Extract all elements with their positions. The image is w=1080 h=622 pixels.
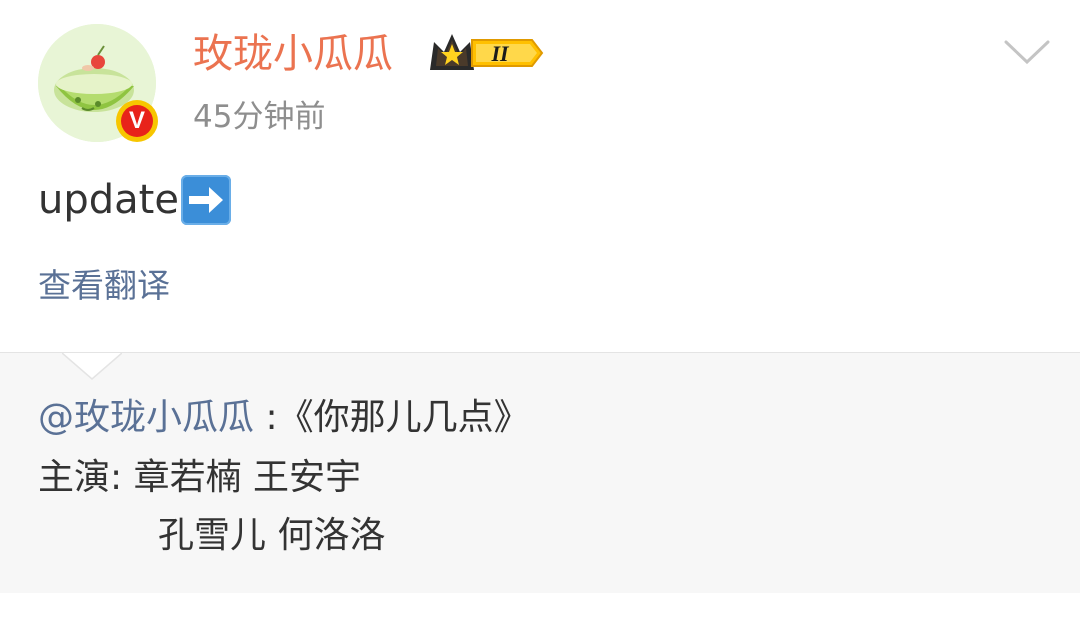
post-text-content: update xyxy=(38,177,179,223)
repost-cast-line: 主演: 章若楠 王安宇 xyxy=(38,453,361,503)
repost-header: @玫珑小瓜瓜 :《你那儿几点》 xyxy=(38,393,530,443)
repost-mention-link[interactable]: @玫珑小瓜瓜 xyxy=(38,397,254,438)
vip-crown-icon[interactable]: II xyxy=(428,30,546,76)
repost-separator: : xyxy=(254,397,278,438)
repost-title: 《你那儿几点》 xyxy=(277,397,530,438)
vip-level-text: II xyxy=(490,41,510,66)
right-arrow-emoji-icon xyxy=(180,175,231,225)
author-name[interactable]: 玫珑小瓜瓜 xyxy=(193,28,393,80)
view-translation-link[interactable]: 查看翻译 xyxy=(38,262,170,310)
repost-pointer-caret xyxy=(62,352,122,380)
post-time: 45分钟前 xyxy=(193,99,326,135)
cast-label: 主演: xyxy=(38,457,123,498)
cast-names-2: 孔雪儿 何洛洛 xyxy=(158,515,386,556)
cast-names-1: 章若楠 王安宇 xyxy=(133,457,362,498)
repost-card[interactable]: @玫珑小瓜瓜 :《你那儿几点》 主演: 章若楠 王安宇 孔雪儿 何洛洛 xyxy=(0,352,1080,593)
chevron-down-icon[interactable] xyxy=(1002,36,1052,68)
verified-v-badge-icon: V xyxy=(116,100,158,142)
post-text: update xyxy=(38,172,231,228)
